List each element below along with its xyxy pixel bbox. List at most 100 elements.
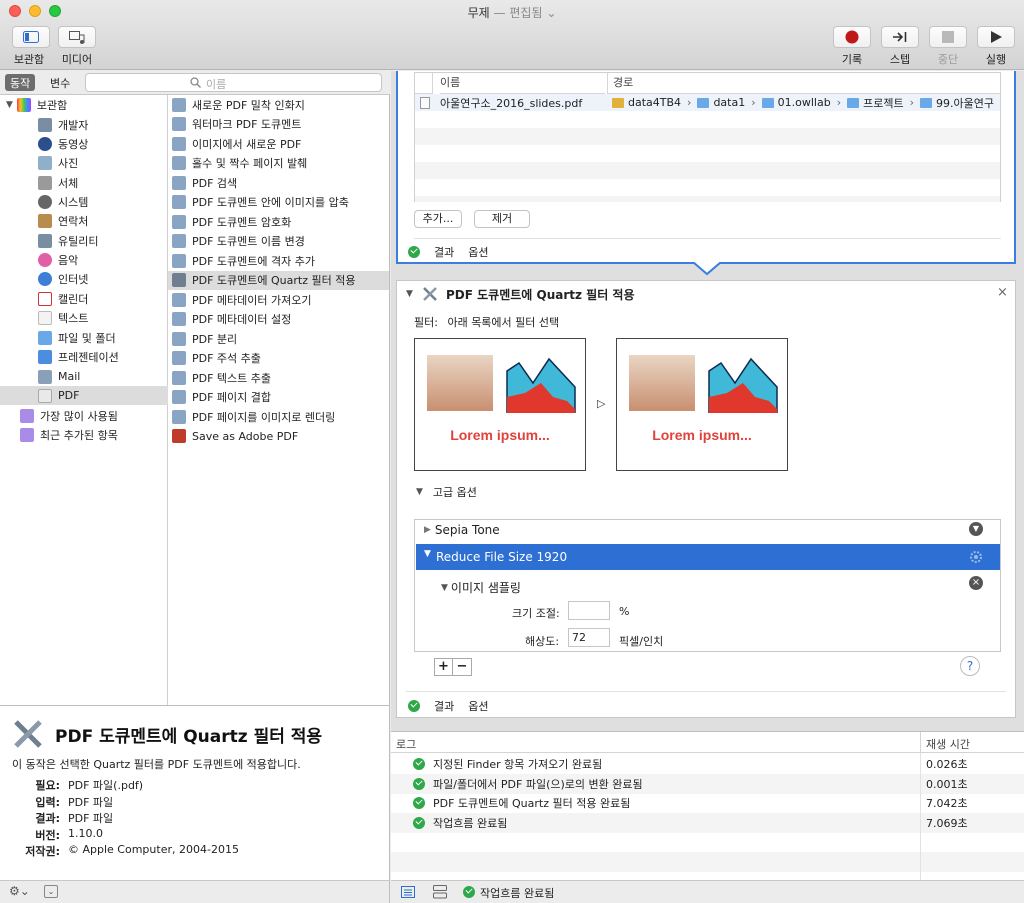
results-toggle[interactable]: 결과 (434, 698, 454, 714)
list-view-icon[interactable] (401, 886, 415, 898)
resolution-field[interactable]: 72 (568, 628, 610, 647)
advanced-options-toggle[interactable]: ▼ 고급 옵션 (416, 484, 477, 500)
action-item[interactable]: PDF 페이지를 이미지로 렌더링 (168, 407, 389, 426)
action-item[interactable]: PDF 메타데이터 설정 (168, 310, 389, 329)
media-button[interactable] (58, 26, 96, 48)
action-item[interactable]: PDF 도큐멘트에 Quartz 필터 적용 (168, 270, 389, 290)
stop-button[interactable] (929, 26, 967, 48)
action-item[interactable]: 홀수 및 짝수 페이지 발췌 (168, 154, 389, 173)
remove-option-icon[interactable]: × (969, 576, 983, 590)
add-option-button[interactable]: + (434, 658, 453, 676)
options-toggle[interactable]: 옵션 (468, 244, 488, 260)
library-item-fonts[interactable]: 서체 (0, 173, 168, 192)
column-name[interactable]: 이름 (440, 73, 605, 94)
log-empty-row (391, 832, 1024, 852)
library-item-pdf[interactable]: PDF (0, 386, 168, 405)
library-item-files-folders[interactable]: 파일 및 폴더 (0, 328, 168, 347)
action-item[interactable]: 워터마크 PDF 도큐멘트 (168, 115, 389, 134)
meta-key: 입력: (35, 795, 60, 809)
window-title[interactable]: 무제 — 편집됨 ⌄ (0, 4, 1024, 21)
action-item[interactable]: PDF 페이지 결합 (168, 388, 389, 407)
globe-icon (38, 271, 52, 286)
step-button[interactable] (881, 26, 919, 48)
path-segment: 01.owllab (777, 96, 831, 109)
options-toggle[interactable]: 옵션 (468, 698, 488, 714)
remove-option-button[interactable]: − (453, 658, 472, 676)
log-row[interactable]: 작업흐름 완료됨 7.069초 (391, 812, 1024, 833)
action-item[interactable]: PDF 주석 추출 (168, 349, 389, 368)
path-separator-icon: › (751, 96, 756, 109)
library-item-text[interactable]: 텍스트 (0, 308, 168, 327)
action-item[interactable]: PDF 도큐멘트 이름 변경 (168, 232, 389, 251)
automator-action-icon (172, 117, 186, 131)
text-icon (38, 310, 52, 325)
library-item-utilities[interactable]: 유틸리티 (0, 231, 168, 250)
library-item-system[interactable]: 시스템 (0, 192, 168, 211)
filter-option-sepia[interactable]: ▶ Sepia Tone (424, 523, 500, 537)
gear-icon[interactable] (969, 550, 983, 564)
library-item-mail[interactable]: Mail (0, 367, 168, 386)
filter-option-reduce-selected[interactable]: ▼ Reduce File Size 1920 (416, 544, 1000, 570)
close-action-icon[interactable]: × (997, 285, 1008, 300)
library-item-presentation[interactable]: 프레젠테이션 (0, 347, 168, 366)
title-bar: 무제 — 편집됨 ⌄ 보관함 미디어 기록 스텝 중단 실행 (0, 0, 1024, 70)
action-item[interactable]: PDF 도큐멘트 안에 이미지를 압축 (168, 193, 389, 212)
workflow-view-icon[interactable] (433, 885, 447, 899)
action-item[interactable]: PDF 도큐멘트 암호화 (168, 212, 389, 231)
tools-icon (423, 287, 437, 301)
action-item[interactable]: PDF 텍스트 추출 (168, 368, 389, 387)
library-item-photos[interactable]: 사진 (0, 153, 168, 172)
log-empty-row (391, 851, 1024, 872)
sepia-menu-icon[interactable]: ▼ (969, 522, 983, 536)
log-row[interactable]: PDF 도큐멘트에 Quartz 필터 적용 완료됨 7.042초 (391, 793, 1024, 813)
log-column[interactable]: 로그 (396, 736, 416, 752)
action-item[interactable]: 새로운 PDF 밀착 인화지 (168, 95, 389, 114)
library-item-music[interactable]: 음악 (0, 250, 168, 269)
column-path[interactable]: 경로 (607, 73, 1000, 94)
library-item-contacts[interactable]: 연락처 (0, 211, 168, 230)
search-input[interactable]: 이름 (85, 73, 382, 92)
tab-actions[interactable]: 동작 (5, 74, 36, 91)
status-text: 작업흐름 완료됨 (480, 887, 555, 900)
library-most-used[interactable]: 가장 많이 사용됨 (0, 406, 168, 425)
gear-menu-icon[interactable]: ⚙︎⌄ (9, 884, 30, 898)
automator-action-icon (172, 136, 186, 151)
action-item[interactable]: Save as Adobe PDF (168, 427, 389, 446)
log-row[interactable]: 지정된 Finder 항목 가져오기 완료됨 0.026초 (391, 754, 1024, 774)
library-item-internet[interactable]: 인터넷 (0, 269, 168, 288)
library-recently-added[interactable]: 최근 추가된 항목 (0, 425, 168, 444)
action-item[interactable]: PDF 검색 (168, 173, 389, 192)
success-check-icon (463, 886, 475, 898)
remove-file-button[interactable]: 제거 (474, 210, 530, 228)
log-row[interactable]: 파일/폴더에서 PDF 파일(으)로의 변환 완료됨 0.001초 (391, 773, 1024, 794)
action-item[interactable]: PDF 도큐멘트에 격자 추가 (168, 251, 389, 270)
action-item[interactable]: PDF 분리 (168, 329, 389, 348)
library-root[interactable]: ▼ 보관함 (0, 95, 168, 114)
automator-action-icon (172, 195, 186, 209)
action-description: PDF 도큐멘트에 Quartz 필터 적용 이 동작은 선택한 Quartz … (0, 705, 390, 880)
sample-chart (708, 357, 778, 413)
disclosure-triangle-icon: ▼ (424, 549, 431, 559)
library-item-developer[interactable]: 개발자 (0, 115, 168, 134)
library-toggle-button[interactable] (12, 26, 50, 48)
automator-action-icon (172, 390, 186, 404)
scale-field[interactable] (568, 601, 610, 620)
action-item[interactable]: 이미지에서 새로운 PDF (168, 134, 389, 153)
library-item-movies[interactable]: 동영상 (0, 134, 168, 153)
play-icon (991, 31, 1002, 43)
add-file-button[interactable]: 추가... (414, 210, 462, 228)
library-item-calendar[interactable]: 캘린더 (0, 289, 168, 308)
duration-column[interactable]: 재생 시간 (926, 736, 970, 752)
tab-variables[interactable]: 변수 (45, 74, 75, 91)
meta-key: 저작권: (25, 845, 60, 858)
file-row[interactable]: 아울연구소_2016_slides.pdf data4TB4 › data1 › 01.… (415, 94, 1000, 111)
image-sampling-row[interactable]: ▼ 이미지 샘플링 (441, 579, 521, 596)
action-item[interactable]: PDF 메타데이터 가져오기 (168, 290, 389, 309)
record-button[interactable] (833, 26, 871, 48)
help-button[interactable]: ? (960, 656, 980, 676)
description-toggle-icon[interactable]: ⌄ (44, 885, 58, 898)
run-button[interactable] (977, 26, 1015, 48)
results-toggle[interactable]: 결과 (434, 244, 454, 260)
collapse-triangle-icon[interactable]: ▼ (406, 289, 413, 299)
log-message: 지정된 Finder 항목 가져오기 완료됨 (433, 758, 603, 771)
